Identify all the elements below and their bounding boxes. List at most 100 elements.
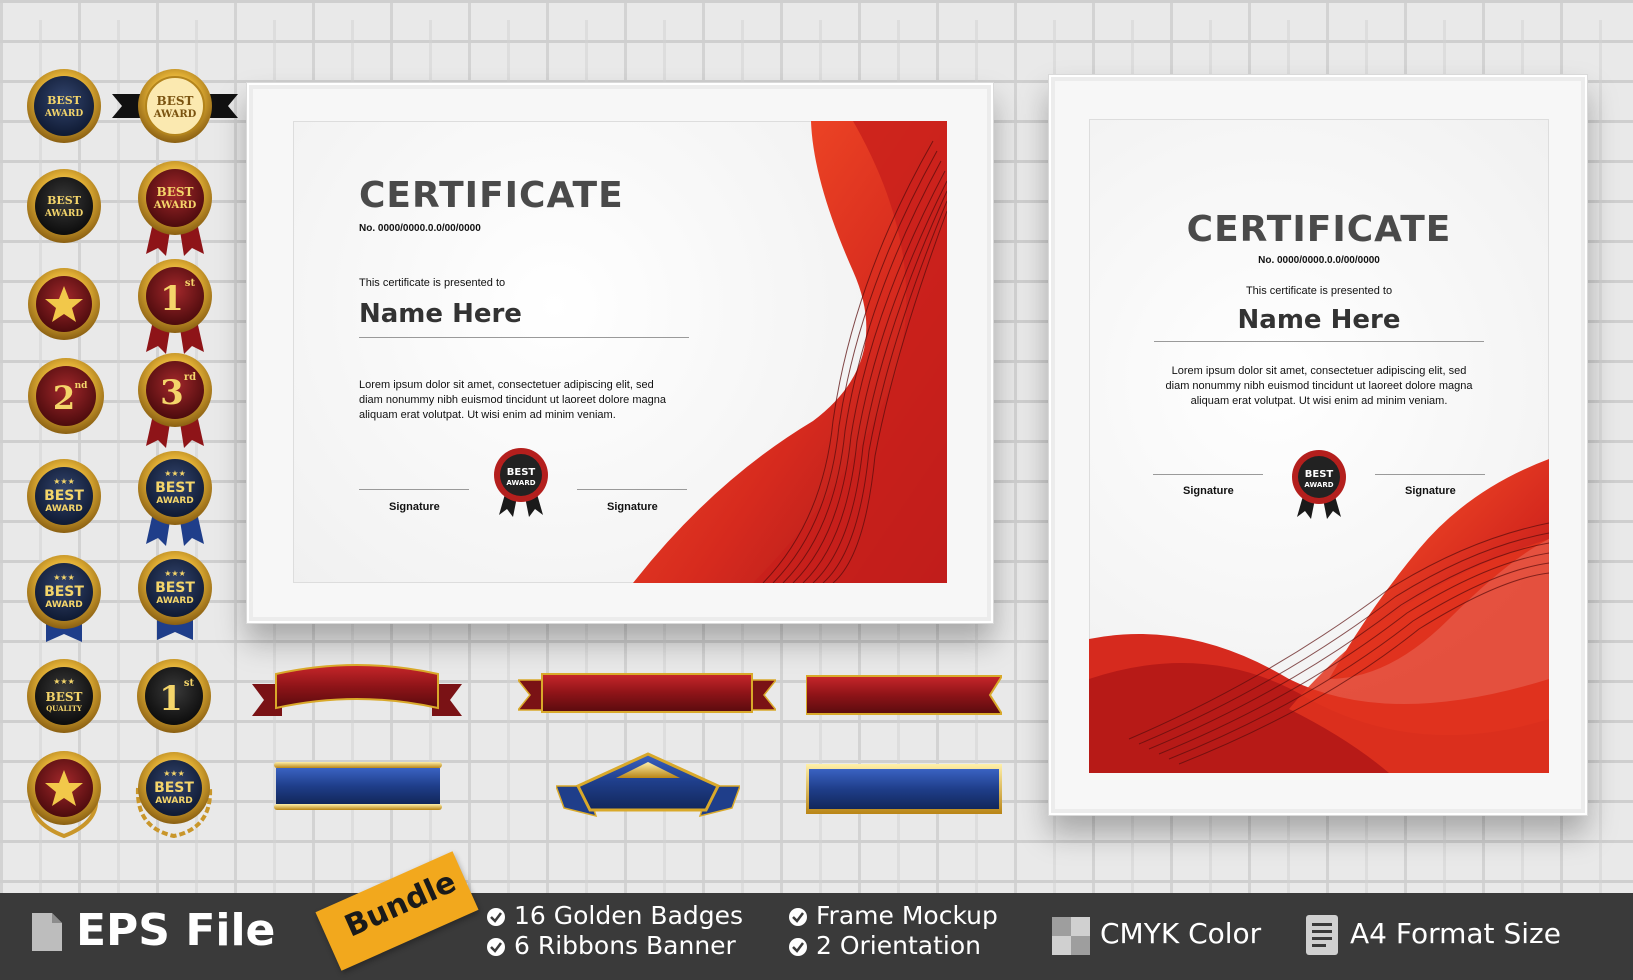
badge-best-award-ribbon-navy: ★★★ BEST AWARD: [27, 555, 101, 642]
ribbon-blue-crown: [556, 752, 740, 818]
certificate-title: CERTIFICATE: [1186, 209, 1452, 250]
badge-text-top: BEST: [47, 94, 82, 107]
badge-second-place: 2 nd: [28, 358, 104, 434]
feature-orientation: 2 Orientation: [816, 931, 981, 960]
feature-cmyk-color: CMYK Color: [1100, 917, 1262, 950]
badge-rank-suffix: st: [185, 278, 196, 289]
star-row-icon: ★★★: [164, 469, 186, 478]
badge-text-bottom: AWARD: [153, 200, 197, 211]
certificate-body-line-3: aliquam erat volutpat. Ut wisi enim ad m…: [359, 409, 616, 421]
badge-text-bottom: AWARD: [44, 109, 84, 119]
badge-text-bottom: AWARD: [156, 496, 193, 506]
check-icon: [487, 938, 505, 956]
badge-best-award-ribbon-navy-2: ★★★ BEST AWARD: [138, 551, 212, 640]
certificate-body-line-3: aliquam erat volutpat. Ut wisi enim ad m…: [1190, 395, 1448, 407]
star-row-icon: ★★★: [53, 477, 75, 486]
seal-text-top: BEST: [1305, 469, 1334, 480]
signature-line-right: [1375, 474, 1485, 475]
badge-best-award-gold-ribbon: BEST AWARD: [112, 69, 238, 143]
recipient-name: Name Here: [359, 299, 522, 329]
badge-text-top: BEST: [157, 185, 194, 199]
badge-text-bottom: AWARD: [156, 596, 193, 606]
badge-rank: 3: [160, 373, 184, 413]
cmyk-swatch-icon: [1052, 917, 1090, 955]
document-icon: [1306, 915, 1338, 955]
mockup-canvas: BEST AWARD BEST AWARD BEST AWARD BEST AW…: [0, 0, 1633, 980]
badge-rank-suffix: rd: [184, 372, 196, 383]
certificate-body-line-1: Lorem ipsum dolor sit amet, consectetuer…: [1171, 365, 1467, 377]
certificate-body-line-2: diam nonummy nibh euismod tincidunt ut l…: [359, 394, 666, 406]
badge-star-laurel: [27, 751, 101, 839]
check-icon: [487, 908, 505, 926]
badge-text-bottom: AWARD: [44, 209, 84, 219]
badge-best-award-black: BEST AWARD: [27, 169, 101, 243]
badge-text-top: BEST: [47, 194, 82, 207]
bundle-tag-label: Bundle: [339, 864, 462, 945]
badge-best-quality: ★★★ BEST QUALITY: [27, 659, 101, 733]
badge-text-bottom: AWARD: [155, 796, 192, 806]
certificate-seal: BEST AWARD: [494, 448, 548, 517]
certificate-body-line-1: Lorem ipsum dolor sit amet, consectetuer…: [359, 379, 654, 391]
badge-first-place: 1 st: [138, 259, 212, 354]
name-underline: [359, 337, 689, 338]
feature-ribbons-banner: 6 Ribbons Banner: [514, 931, 736, 960]
badge-star-maroon: [28, 268, 100, 340]
certificate-title: CERTIFICATE: [359, 175, 624, 216]
feature-golden-badges: 16 Golden Badges: [514, 901, 744, 930]
badge-rank: 2: [53, 379, 75, 417]
landscape-certificate: CERTIFICATE No. 0000/0000.0.0/00/0000 Th…: [293, 121, 947, 583]
seal-text-top: BEST: [507, 467, 536, 478]
certificate-body-line-2: diam nonummy nibh euismod tincidunt ut l…: [1165, 380, 1473, 392]
signature-label-left: Signature: [389, 501, 440, 513]
badge-first-place-black: 1 st: [137, 659, 211, 733]
badge-text-top: BEST: [44, 584, 84, 600]
badge-text-top: BEST: [155, 580, 195, 596]
badge-best-award-stars-blue-ribbon: ★★★ BEST AWARD: [138, 451, 212, 546]
seal-text-bottom: AWARD: [506, 479, 535, 487]
file-type-label: EPS File: [76, 905, 276, 956]
badge-text-bottom: AWARD: [153, 109, 197, 120]
signature-line-right: [577, 489, 687, 490]
portrait-certificate: CERTIFICATE No. 0000/0000.0.0/00/0000 Th…: [1089, 119, 1549, 773]
badge-rank-suffix: nd: [75, 381, 89, 391]
ribbon-red-flat: [518, 673, 776, 713]
ribbon-blue-bar: [806, 764, 1002, 814]
file-icon: [32, 913, 62, 951]
star-row-icon: ★★★: [163, 769, 185, 778]
certificate-number: No. 0000/0000.0.0/00/0000: [359, 223, 481, 234]
check-icon: [789, 938, 807, 956]
signature-line-left: [359, 489, 469, 490]
badge-text-bottom: QUALITY: [46, 704, 83, 713]
check-icon: [789, 908, 807, 926]
star-row-icon: ★★★: [164, 569, 186, 578]
badge-rank: 1: [160, 279, 184, 319]
star-row-icon: ★★★: [53, 573, 75, 582]
badge-text-top: BEST: [155, 480, 195, 496]
badge-text-bottom: AWARD: [45, 600, 82, 610]
ribbon-red-curved: [252, 664, 462, 716]
signature-label-right: Signature: [607, 501, 658, 513]
badge-text-top: BEST: [46, 690, 83, 704]
signature-label-right: Signature: [1405, 485, 1456, 497]
bundle-tag: Bundle: [315, 851, 479, 971]
badge-best-award-laurel: ★★★ BEST AWARD: [135, 752, 213, 839]
badge-rank: 1: [159, 679, 183, 719]
badge-rank-suffix: st: [184, 678, 195, 689]
feature-frame-mockup: Frame Mockup: [816, 901, 998, 930]
presented-to-label: This certificate is presented to: [1245, 285, 1393, 297]
badge-best-award-maroon: BEST AWARD: [138, 161, 212, 256]
seal-text-bottom: AWARD: [1304, 481, 1333, 489]
badge-text-bottom: AWARD: [45, 504, 82, 514]
badge-text-top: BEST: [157, 94, 194, 108]
badge-third-place: 3 rd: [138, 353, 212, 448]
ribbon-blue-gold-bar: [274, 762, 442, 810]
signature-line-left: [1153, 474, 1263, 475]
landscape-frame: CERTIFICATE No. 0000/0000.0.0/00/0000 Th…: [246, 82, 994, 624]
badge-text-top: BEST: [44, 488, 84, 504]
ribbon-red-tag: [806, 675, 1002, 715]
certificate-seal: BEST AWARD: [1292, 450, 1346, 519]
certificate-number: No. 0000/0000.0.0/00/0000: [1258, 255, 1380, 266]
portrait-frame: CERTIFICATE No. 0000/0000.0.0/00/0000 Th…: [1048, 74, 1588, 816]
badge-best-award-stars: ★★★ BEST AWARD: [27, 459, 101, 533]
presented-to-label: This certificate is presented to: [359, 277, 506, 289]
